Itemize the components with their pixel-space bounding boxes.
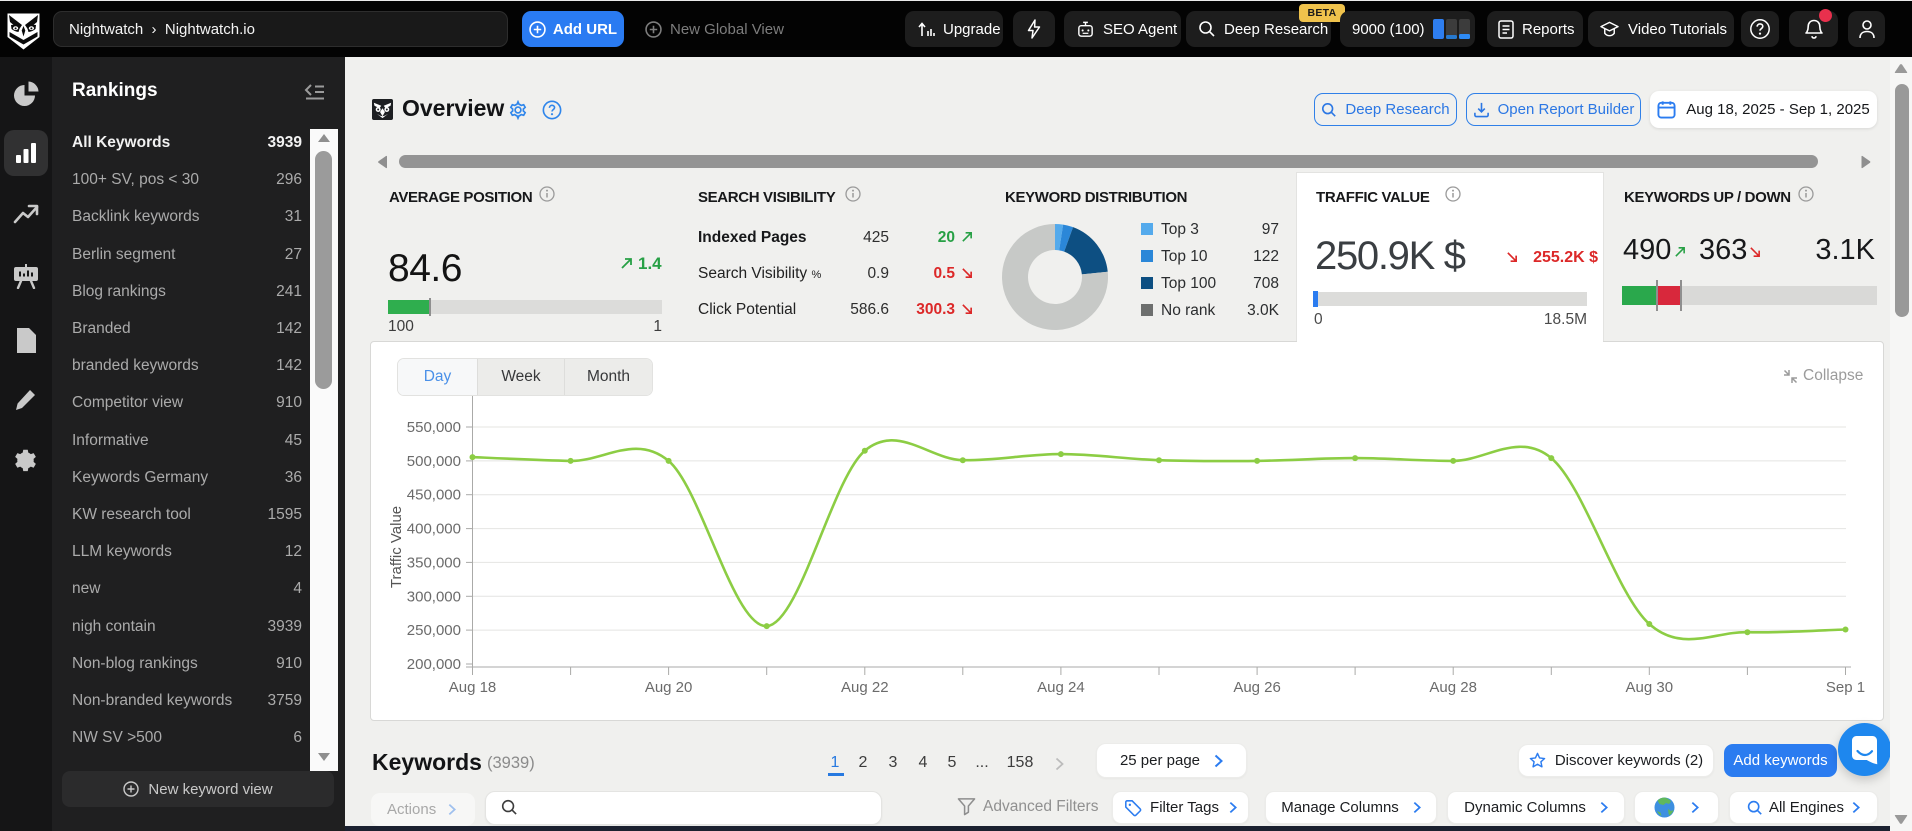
svg-text:550,000: 550,000	[407, 419, 461, 436]
svg-text:350,000: 350,000	[407, 554, 461, 571]
svg-text:200,000: 200,000	[407, 656, 461, 673]
svg-text:300,000: 300,000	[407, 588, 461, 605]
svg-text:Aug 22: Aug 22	[841, 679, 889, 696]
svg-text:Aug 30: Aug 30	[1626, 679, 1674, 696]
svg-text:400,000: 400,000	[407, 521, 461, 538]
svg-text:Aug 28: Aug 28	[1429, 679, 1477, 696]
svg-text:450,000: 450,000	[407, 487, 461, 504]
svg-text:500,000: 500,000	[407, 453, 461, 470]
svg-text:Aug 18: Aug 18	[449, 679, 497, 696]
svg-text:Traffic Value: Traffic Value	[388, 506, 405, 588]
svg-text:Aug 26: Aug 26	[1233, 679, 1281, 696]
svg-text:250,000: 250,000	[407, 622, 461, 639]
svg-text:Aug 20: Aug 20	[645, 679, 693, 696]
svg-text:Sep 1: Sep 1	[1826, 679, 1865, 696]
svg-text:Aug 24: Aug 24	[1037, 679, 1085, 696]
